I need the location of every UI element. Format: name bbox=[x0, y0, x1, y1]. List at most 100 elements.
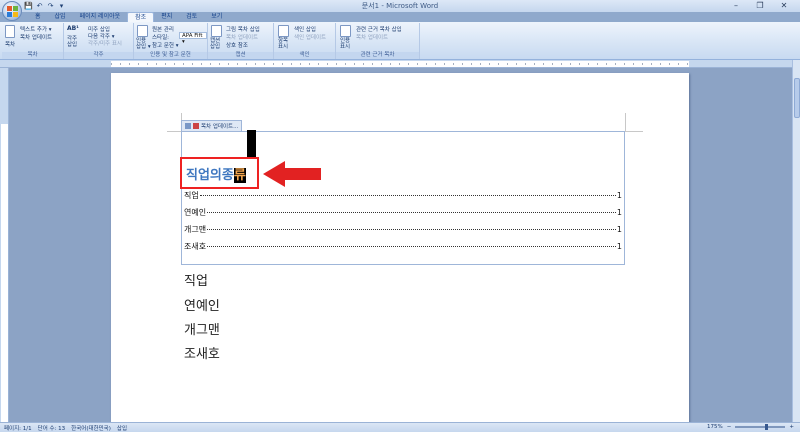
vertical-ruler[interactable] bbox=[0, 68, 9, 422]
footnote-group: AB¹ 각주 삽입 미주 삽입 다음 각주 ▾ 각주/미주 표시 각주 bbox=[64, 23, 134, 59]
index-group: 항목 표시 색인 삽입 색인 업데이트 색인 bbox=[274, 23, 336, 59]
body-paragraph[interactable]: 개그맨 bbox=[184, 319, 220, 338]
add-text-button[interactable]: 텍스트 추가 ▾ bbox=[20, 25, 52, 33]
vertical-scrollbar[interactable] bbox=[792, 60, 800, 422]
insert-authorities-button[interactable]: 관련 근거 목차 삽입 bbox=[356, 25, 402, 33]
insert-mode-indicator[interactable]: 삽입 bbox=[117, 424, 127, 432]
mark-citation-button[interactable]: 인용 표시 bbox=[340, 38, 350, 50]
title-bar: 💾 ↶ ↷ ▾ 문서1 - Microsoft Word – ❐ ✕ bbox=[0, 0, 800, 12]
zoom-level[interactable]: 175% bbox=[707, 424, 723, 430]
insert-citation-button[interactable]: 인용 삽입 ▾ bbox=[136, 38, 151, 50]
update-index-button[interactable]: 색인 업데이트 bbox=[294, 33, 326, 41]
cross-reference-button[interactable]: 상호 참조 bbox=[226, 41, 248, 49]
vertical-ruler-text-area bbox=[1, 124, 8, 422]
toc-entry[interactable]: 조새호 1 bbox=[184, 241, 622, 252]
document-workspace: 목차 업데이트... 직업의종류 직업 1 연예인 1 개그맨 1 조새호 1 … bbox=[9, 68, 792, 422]
toc-leader bbox=[207, 246, 616, 247]
index-group-label: 색인 bbox=[274, 52, 335, 59]
office-button[interactable] bbox=[2, 1, 22, 21]
page-count[interactable]: 페이지: 1/1 bbox=[4, 424, 32, 432]
insert-footnote-button[interactable]: 각주 삽입 bbox=[67, 36, 77, 48]
selection-block bbox=[247, 130, 256, 158]
caption-group-label: 캡션 bbox=[208, 52, 273, 59]
minimize-button[interactable]: – bbox=[724, 0, 748, 11]
bibliography-button[interactable]: 참고 문헌 ▾ bbox=[152, 41, 179, 49]
tab-mailings[interactable]: 편지 bbox=[154, 12, 179, 22]
ribbon: 목차 텍스트 추가 ▾ 목차 업데이트 목차 AB¹ 각주 삽입 미주 삽입 다… bbox=[0, 22, 800, 60]
ribbon-tabs: 홈 삽입 페이지 레이아웃 참조 편지 검토 보기 bbox=[28, 12, 229, 22]
citation-group: 인용 삽입 ▾ 원본 관리 스타일: APA Fift ▾ 참고 문헌 ▾ 인용… bbox=[134, 23, 208, 59]
body-paragraph[interactable]: 연예인 bbox=[184, 295, 220, 314]
horizontal-ruler[interactable] bbox=[0, 60, 800, 68]
insert-citation-icon bbox=[137, 25, 148, 37]
toc-entry-label: 조새호 bbox=[184, 242, 207, 251]
close-button[interactable]: ✕ bbox=[772, 0, 796, 11]
toc-button[interactable]: 목차 bbox=[5, 40, 15, 48]
caption-group: 캡션 삽입 그림 목차 삽입 목차 업데이트 상호 참조 캡션 bbox=[208, 23, 274, 59]
show-notes-button[interactable]: 각주/미주 표시 bbox=[88, 39, 122, 47]
footnote-group-label: 각주 bbox=[64, 52, 133, 59]
toc-content-control-toolbar: 목차 업데이트... bbox=[181, 120, 243, 131]
tab-view[interactable]: 보기 bbox=[204, 12, 229, 22]
citation-style-select[interactable]: APA Fift ▾ bbox=[179, 32, 207, 45]
style-label: 스타일: bbox=[152, 35, 170, 41]
tab-references[interactable]: 참조 bbox=[127, 12, 155, 22]
update-table-icon[interactable] bbox=[193, 123, 199, 129]
toc-group-label: 목차 bbox=[2, 52, 63, 59]
manage-sources-button[interactable]: 원본 관리 bbox=[152, 25, 174, 33]
citation-group-label: 인용 및 참고 문헌 bbox=[134, 52, 207, 59]
word-count[interactable]: 단어 수: 13 bbox=[38, 424, 66, 432]
office-logo-icon bbox=[7, 6, 18, 17]
window-controls: – ❐ ✕ bbox=[724, 0, 796, 11]
toc-entry-page: 1 bbox=[616, 208, 622, 217]
toc-entry-page: 1 bbox=[616, 191, 622, 200]
annotation-highlight-box bbox=[180, 157, 259, 189]
margin-mark bbox=[625, 113, 626, 131]
authorities-group-label: 관련 근거 목차 bbox=[336, 52, 419, 59]
update-toc-button[interactable]: 목차 업데이트 bbox=[20, 33, 52, 41]
body-paragraph[interactable]: 조새호 bbox=[184, 343, 220, 362]
update-table-label[interactable]: 목차 업데이트... bbox=[201, 122, 238, 130]
tab-insert[interactable]: 삽입 bbox=[48, 12, 73, 22]
footnote-ab-icon: AB¹ bbox=[67, 25, 79, 32]
insert-caption-button[interactable]: 캡션 삽입 bbox=[210, 38, 220, 50]
document-page[interactable]: 목차 업데이트... 직업의종류 직업 1 연예인 1 개그맨 1 조새호 1 … bbox=[111, 73, 689, 422]
insert-caption-icon bbox=[211, 25, 222, 37]
restore-button[interactable]: ❐ bbox=[748, 0, 772, 11]
annotation-arrow-icon bbox=[263, 161, 321, 187]
mark-entry-icon bbox=[278, 25, 289, 37]
scrollbar-thumb[interactable] bbox=[794, 78, 800, 118]
toc-entry[interactable]: 연예인 1 bbox=[184, 207, 622, 218]
toc-entry-page: 1 bbox=[616, 225, 622, 234]
toc-entry-label: 직업 bbox=[184, 191, 199, 200]
toc-entry[interactable]: 직업 1 bbox=[184, 190, 622, 201]
tab-page-layout[interactable]: 페이지 레이아웃 bbox=[73, 12, 128, 22]
body-paragraph[interactable]: 직업 bbox=[184, 270, 208, 289]
zoom-out-icon[interactable]: − bbox=[727, 424, 732, 430]
tab-home[interactable]: 홈 bbox=[28, 12, 48, 22]
zoom-in-icon[interactable]: + bbox=[789, 424, 794, 430]
authorities-group: 인용 표시 관련 근거 목차 삽입 목차 업데이트 관련 근거 목차 bbox=[336, 23, 420, 59]
toc-entry-label: 개그맨 bbox=[184, 225, 207, 234]
zoom-slider[interactable] bbox=[735, 424, 786, 430]
mark-entry-button[interactable]: 항목 표시 bbox=[278, 38, 288, 50]
toc-leader bbox=[207, 229, 616, 230]
toc-leader bbox=[199, 195, 616, 196]
toc-entry-label: 연예인 bbox=[184, 208, 207, 217]
toc-leader bbox=[207, 212, 616, 213]
update-figures-table-button[interactable]: 목차 업데이트 bbox=[226, 33, 258, 41]
window-title: 문서1 - Microsoft Word bbox=[361, 2, 439, 10]
language-indicator[interactable]: 한국어(대한민국) bbox=[71, 424, 111, 432]
tab-review[interactable]: 검토 bbox=[179, 12, 204, 22]
update-authorities-button[interactable]: 목차 업데이트 bbox=[356, 33, 388, 41]
toc-entry-page: 1 bbox=[616, 242, 622, 251]
toc-icon bbox=[5, 25, 15, 38]
zoom-slider-handle[interactable] bbox=[765, 424, 768, 430]
toc-dropdown-icon[interactable] bbox=[185, 123, 191, 129]
status-bar: 페이지: 1/1 단어 수: 13 한국어(대한민국) 삽입 175% − + bbox=[0, 422, 800, 432]
ruler-ticks bbox=[111, 63, 689, 65]
insert-table-of-figures-button[interactable]: 그림 목차 삽입 bbox=[226, 25, 260, 33]
mark-citation-icon bbox=[340, 25, 351, 37]
insert-index-button[interactable]: 색인 삽입 bbox=[294, 25, 316, 33]
toc-entry[interactable]: 개그맨 1 bbox=[184, 224, 622, 235]
